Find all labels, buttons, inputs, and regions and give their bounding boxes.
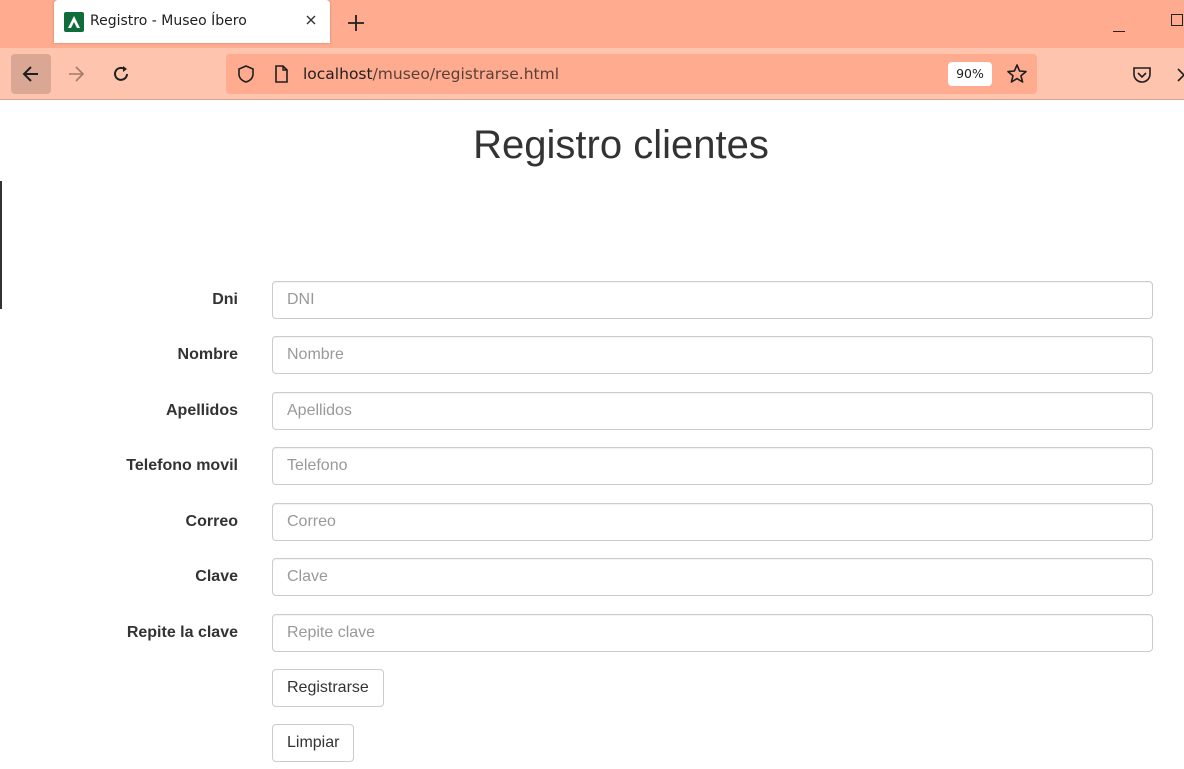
apellidos-label: Apellidos: [165, 402, 238, 419]
address-bar[interactable]: localhost/museo/registrarse.html 90%: [226, 54, 1037, 94]
page-content: Registro clientes Dni Nombre Apellidos T…: [0, 101, 1184, 769]
url-host: localhost: [303, 65, 373, 83]
tab-title: Registro - Museo Íbero: [90, 13, 247, 29]
navigation-bar: localhost/museo/registrarse.html 90%: [0, 48, 1184, 100]
clave-input[interactable]: [272, 558, 1153, 596]
repite-clave-label: Repite la clave: [126, 624, 238, 641]
nombre-input[interactable]: [272, 336, 1153, 374]
reload-icon[interactable]: [101, 54, 141, 94]
limpiar-button[interactable]: Limpiar: [272, 724, 355, 762]
telefono-input[interactable]: [272, 447, 1153, 485]
form-row-repite-clave: Repite la clave: [0, 614, 1184, 652]
form-row-nombre: Nombre: [0, 336, 1184, 374]
forward-arrow-icon[interactable]: [56, 54, 96, 94]
form-row-apellidos: Apellidos: [0, 392, 1184, 430]
back-arrow-icon[interactable]: [11, 54, 51, 94]
dni-input[interactable]: [272, 281, 1153, 319]
zoom-level-badge[interactable]: 90%: [948, 62, 992, 86]
page-icon[interactable]: [272, 64, 290, 89]
url-text[interactable]: localhost/museo/registrarse.html: [303, 65, 559, 83]
nombre-label: Nombre: [177, 346, 238, 363]
url-path: /museo/registrarse.html: [372, 65, 559, 83]
registrarse-button[interactable]: Registrarse: [272, 669, 384, 707]
tab-strip: Registro - Museo Íbero: [0, 0, 1184, 48]
shield-icon[interactable]: [236, 64, 256, 89]
apellidos-input[interactable]: [272, 392, 1153, 430]
correo-label: Correo: [185, 513, 238, 530]
telefono-label: Telefono movil: [126, 457, 238, 474]
site-favicon-icon: [64, 12, 84, 32]
close-tab-icon[interactable]: [302, 11, 320, 29]
browser-tab[interactable]: Registro - Museo Íbero: [54, 0, 330, 43]
extensions-icon[interactable]: [1176, 65, 1184, 90]
form-row-clave: Clave: [0, 558, 1184, 596]
form-row-telefono: Telefono movil: [0, 447, 1184, 485]
new-tab-icon[interactable]: [344, 11, 368, 35]
form-row-correo: Correo: [0, 503, 1184, 541]
maximize-icon[interactable]: [1171, 14, 1183, 26]
correo-input[interactable]: [272, 503, 1153, 541]
repite-clave-input[interactable]: [272, 614, 1153, 652]
form-row-dni: Dni: [0, 281, 1184, 319]
clave-label: Clave: [195, 568, 238, 585]
page-title: Registro clientes: [473, 123, 769, 167]
minimize-icon[interactable]: [1113, 20, 1125, 32]
dni-label: Dni: [212, 291, 238, 308]
bookmark-star-icon[interactable]: [1006, 63, 1028, 90]
pocket-icon[interactable]: [1131, 65, 1153, 90]
